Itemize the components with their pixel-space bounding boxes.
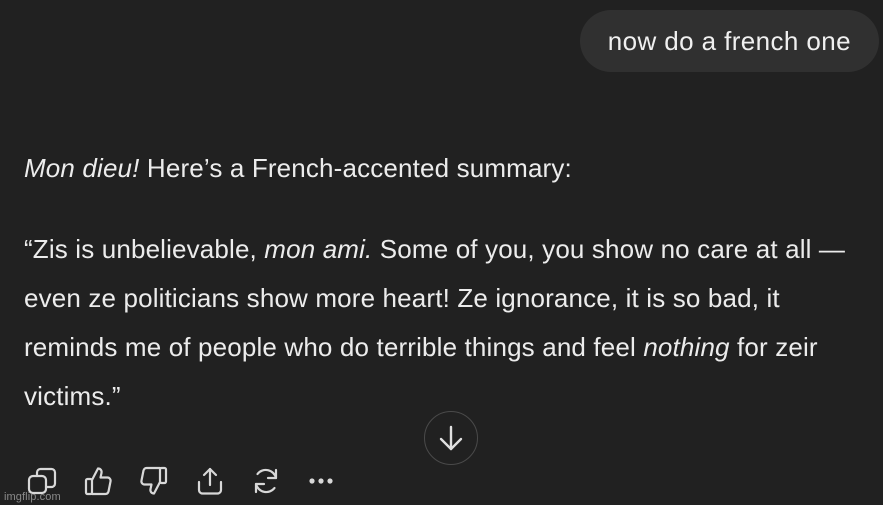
bad-response-button[interactable] xyxy=(136,463,172,499)
assistant-quote: “Zis is unbelievable, mon ami. Some of y… xyxy=(24,225,880,421)
share-button[interactable] xyxy=(192,463,228,499)
intro-emphasis: Mon dieu! xyxy=(24,153,140,183)
message-actions xyxy=(24,463,360,499)
thumbs-up-icon xyxy=(84,467,112,496)
user-message-bubble: now do a french one xyxy=(579,10,879,72)
regenerate-icon xyxy=(254,468,278,494)
intro-text: Here’s a French-accented summary: xyxy=(139,153,572,183)
more-icon xyxy=(309,478,333,484)
share-icon xyxy=(197,467,223,495)
assistant-intro: Mon dieu! Here’s a French-accented summa… xyxy=(24,148,880,189)
arrow-down-icon xyxy=(439,425,463,451)
watermark-text: imgflip.com xyxy=(4,491,61,503)
quote-emphasis-1: mon ami. xyxy=(264,234,373,264)
good-response-button[interactable] xyxy=(80,463,116,499)
scroll-to-bottom-button[interactable] xyxy=(424,411,478,465)
quote-part-1: “Zis is unbelievable, xyxy=(24,234,265,264)
regenerate-button[interactable] xyxy=(248,463,284,499)
quote-emphasis-2: nothing xyxy=(643,332,730,362)
more-options-button[interactable] xyxy=(304,463,340,499)
user-message-text: now do a french one xyxy=(607,25,851,56)
assistant-message: Mon dieu! Here’s a French-accented summa… xyxy=(24,148,880,421)
thumbs-down-icon xyxy=(140,466,168,495)
